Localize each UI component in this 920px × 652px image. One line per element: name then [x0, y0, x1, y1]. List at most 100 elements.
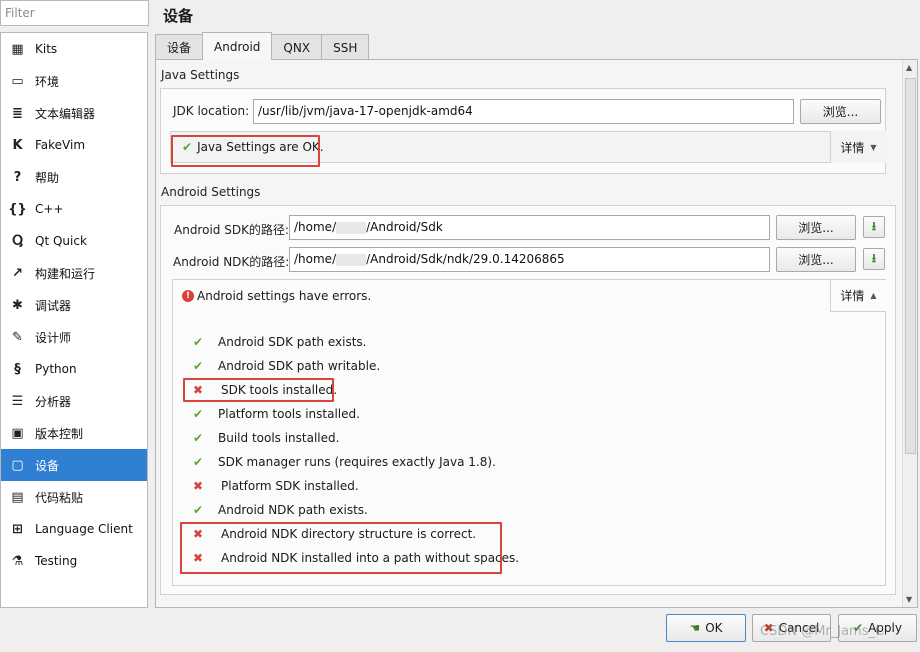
code-paste-icon: ▤: [11, 489, 24, 505]
ndk-path-suffix: /Android/Sdk/ndk/29.0.14206865: [366, 252, 565, 266]
java-settings-title: Java Settings: [161, 68, 240, 82]
redacted-username: [336, 253, 367, 266]
ok-label: OK: [705, 621, 723, 635]
sidebar-item-python[interactable]: § Python: [1, 353, 147, 385]
download-icon: ⭳: [871, 218, 877, 233]
ok-hand-icon: ☚: [689, 621, 701, 635]
sidebar: ▦ Kits ▭ 环境 ≣ 文本编辑器 K FakeVim? 帮助 {} C++ Ⴓ Qt Quick ↗…: [0, 32, 148, 608]
page-title: 设备: [163, 7, 194, 25]
sidebar-item-help[interactable]: ? 帮助: [1, 161, 147, 193]
sidebar-item-label: Qt Quick: [35, 234, 87, 248]
download-icon: ⭳: [871, 250, 877, 265]
sidebar-item-bug[interactable]: ✱ 调试器: [1, 289, 147, 321]
android-details-button[interactable]: 详情 ▲: [830, 280, 886, 312]
check-label: Android SDK path exists.: [218, 335, 367, 349]
ndk-path-input[interactable]: /home/ /Android/Sdk/ndk/29.0.14206865: [289, 247, 770, 272]
check-label: SDK manager runs (requires exactly Java …: [218, 455, 496, 469]
sidebar-item-language-client[interactable]: ⊞ Language Client: [1, 513, 147, 545]
tab-qnx[interactable]: QNX: [271, 34, 323, 60]
sidebar-item-testing[interactable]: ⚗ Testing: [1, 545, 147, 577]
check-icon: ✔: [193, 359, 204, 373]
sidebar-item-label: Kits: [35, 42, 58, 56]
highlight-box: [180, 522, 502, 574]
text-editor-icon: ≣: [12, 105, 23, 121]
ok-button[interactable]: ☚ OK: [666, 614, 746, 642]
jdk-browse-button[interactable]: 浏览...: [800, 99, 881, 124]
kits-icon: ▦: [11, 41, 24, 57]
sidebar-item-devices[interactable]: ▢ 设备: [1, 449, 147, 481]
sidebar-item-label: 分析器: [35, 394, 72, 409]
check-label: Android NDK path exists.: [218, 503, 368, 517]
tab-android[interactable]: Android: [202, 32, 273, 60]
check-icon: ✔: [193, 431, 204, 445]
tab-ssh[interactable]: SSH: [321, 34, 370, 60]
sidebar-item-fakevim[interactable]: K FakeVim: [1, 129, 147, 161]
sidebar-item-code-paste[interactable]: ▤ 代码粘贴: [1, 481, 147, 513]
error-icon: !: [182, 290, 194, 302]
sidebar-item-label: 环境: [35, 74, 60, 89]
sdk-path-suffix: /Android/Sdk: [366, 220, 443, 234]
jdk-location-label: JDK location:: [173, 104, 250, 118]
hammer-icon: ↗: [12, 265, 23, 281]
testing-icon: ⚗: [11, 553, 24, 569]
android-status-text: Android settings have errors.: [197, 289, 372, 303]
sdk-download-button[interactable]: ⭳: [863, 216, 885, 238]
sdk-path-input[interactable]: /home/ /Android/Sdk: [289, 215, 770, 240]
sidebar-item-braces[interactable]: {} C++: [1, 193, 147, 225]
cross-icon: ✖: [193, 479, 204, 493]
sidebar-item-label: 设备: [35, 458, 60, 473]
check-item: ✔ Android NDK path exists.: [193, 503, 368, 517]
sidebar-item-label: 代码粘贴: [35, 490, 84, 505]
sidebar-item-pencil[interactable]: ✎ 设计师: [1, 321, 147, 353]
jdk-location-input[interactable]: /usr/lib/jvm/java-17-openjdk-amd64: [253, 99, 794, 124]
ndk-download-button[interactable]: ⭳: [863, 248, 885, 270]
check-item: ✔ Platform tools installed.: [193, 407, 360, 421]
version-control-icon: ▣: [11, 425, 24, 441]
sidebar-item-label: 构建和运行: [35, 266, 96, 281]
scroll-up-icon[interactable]: ▲: [906, 63, 912, 72]
android-status: ! Android settings have errors.: [182, 289, 371, 303]
ndk-path-prefix: /home/: [294, 252, 337, 266]
braces-icon: {}: [8, 201, 27, 217]
scroll-down-icon[interactable]: ▼: [906, 595, 912, 604]
ndk-browse-button[interactable]: 浏览...: [776, 247, 856, 272]
check-label: Platform tools installed.: [218, 407, 360, 421]
python-icon: §: [14, 361, 21, 377]
watermark: CSDN @Mr_Jams_C: [760, 624, 885, 639]
java-details-button[interactable]: 详情 ▼: [830, 131, 886, 163]
sidebar-item-monitor[interactable]: ▭ 环境: [1, 65, 147, 97]
help-icon: ?: [13, 169, 22, 185]
highlight-box: [183, 378, 334, 402]
sidebar-item-text-editor[interactable]: ≣ 文本编辑器: [1, 97, 147, 129]
scrollbar[interactable]: ▲ ▼: [902, 60, 917, 607]
sidebar-item-label: Testing: [35, 554, 78, 568]
chevron-down-icon: ▼: [870, 142, 877, 152]
sidebar-item-qt-quick[interactable]: Ⴓ Qt Quick: [1, 225, 147, 257]
scroll-thumb[interactable]: [905, 78, 916, 454]
sidebar-item-label: 版本控制: [35, 426, 84, 441]
sidebar-item-hammer[interactable]: ↗ 构建和运行: [1, 257, 147, 289]
sdk-path-label: Android SDK的路径:: [174, 223, 289, 237]
filter-input[interactable]: Filter: [0, 0, 149, 26]
bug-icon: ✱: [12, 297, 23, 313]
tab-bar: 设备 Android QNX SSH: [155, 32, 370, 60]
language-client-icon: ⊞: [12, 521, 23, 537]
sidebar-item-version-control[interactable]: ▣ 版本控制: [1, 417, 147, 449]
sdk-browse-button[interactable]: 浏览...: [776, 215, 856, 240]
devices-icon: ▢: [11, 457, 24, 473]
pencil-icon: ✎: [12, 329, 23, 345]
sidebar-item-label: 帮助: [35, 170, 60, 185]
sidebar-item-kits[interactable]: ▦ Kits: [1, 33, 147, 65]
check-item: ✔ Build tools installed.: [193, 431, 339, 445]
redacted-username: [336, 221, 367, 234]
check-label: Build tools installed.: [218, 431, 340, 445]
check-icon: ✔: [193, 503, 204, 517]
fakevim-icon: K: [12, 137, 23, 153]
ndk-path-label: Android NDK的路径:: [173, 255, 290, 269]
chevron-up-icon: ▲: [870, 291, 877, 300]
tab-devices[interactable]: 设备: [155, 34, 204, 60]
sidebar-item-analyzer[interactable]: ☰ 分析器: [1, 385, 147, 417]
sidebar-item-label: 设计师: [35, 330, 72, 345]
sidebar-item-label: Language Client: [35, 522, 133, 536]
java-details-label: 详情: [840, 140, 865, 155]
